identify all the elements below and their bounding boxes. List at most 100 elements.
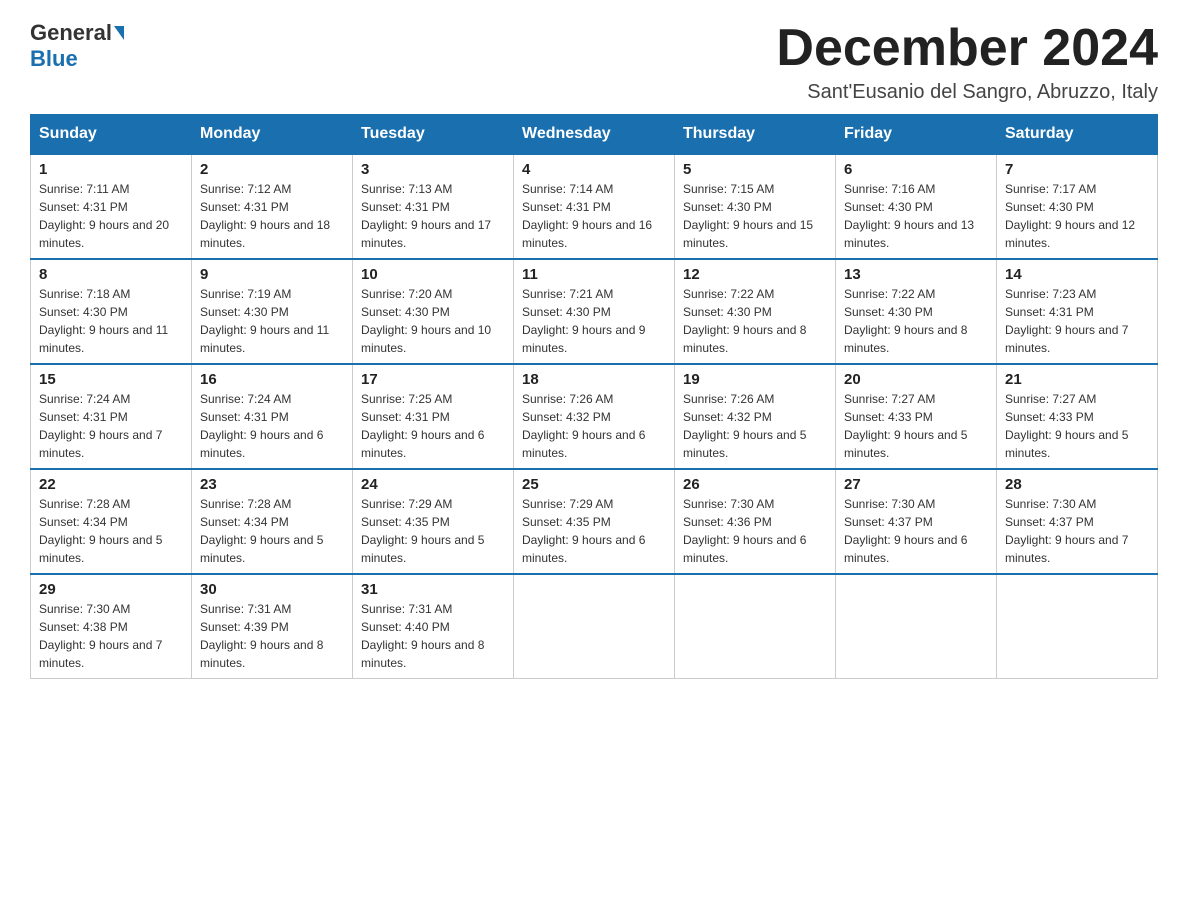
day-number: 15 [39,371,183,388]
day-number: 12 [683,266,827,283]
calendar-cell: 20 Sunrise: 7:27 AMSunset: 4:33 PMDayligh… [836,364,997,469]
day-number: 6 [844,161,988,178]
calendar-cell: 25 Sunrise: 7:29 AMSunset: 4:35 PMDayligh… [514,469,675,574]
calendar-cell: 18Sunrise: 7:26 AMSunset: 4:32 PMDayligh… [514,364,675,469]
logo-general-text: General [30,20,112,46]
day-info: Sunrise: 7:27 AMSunset: 4:33 PMDaylight:… [844,390,988,462]
calendar-cell: 30 Sunrise: 7:31 AMSunset: 4:39 PMDayligh… [192,574,353,679]
calendar-cell [997,574,1158,679]
week-row-5: 29 Sunrise: 7:30 AMSunset: 4:38 PMDayligh… [31,574,1158,679]
calendar-cell: 9 Sunrise: 7:19 AMSunset: 4:30 PMDaylight… [192,259,353,364]
logo: General Blue [30,20,124,72]
day-number: 30 [200,581,344,598]
day-info: Sunrise: 7:29 AMSunset: 4:35 PMDaylight:… [361,495,505,567]
day-info: Sunrise: 7:24 AMSunset: 4:31 PMDaylight:… [200,390,344,462]
day-number: 10 [361,266,505,283]
title-area: December 2024 Sant'Eusanio del Sangro, A… [776,20,1158,104]
day-info: Sunrise: 7:30 AMSunset: 4:37 PMDaylight:… [1005,495,1149,567]
day-number: 2 [200,161,344,178]
day-info: Sunrise: 7:26 AMSunset: 4:32 PMDaylight:… [522,390,666,462]
calendar-cell: 5 Sunrise: 7:15 AMSunset: 4:30 PMDaylight… [675,154,836,259]
day-info: Sunrise: 7:30 AMSunset: 4:36 PMDaylight:… [683,495,827,567]
day-info: Sunrise: 7:28 AMSunset: 4:34 PMDaylight:… [200,495,344,567]
day-number: 20 [844,371,988,388]
calendar-cell: 29 Sunrise: 7:30 AMSunset: 4:38 PMDayligh… [31,574,192,679]
day-number: 26 [683,476,827,493]
calendar-table: SundayMondayTuesdayWednesdayThursdayFrid… [30,114,1158,679]
logo-triangle-icon [114,26,124,40]
day-number: 24 [361,476,505,493]
day-number: 27 [844,476,988,493]
day-number: 7 [1005,161,1149,178]
calendar-cell: 14 Sunrise: 7:23 AMSunset: 4:31 PMDayligh… [997,259,1158,364]
day-number: 25 [522,476,666,493]
day-info: Sunrise: 7:15 AMSunset: 4:30 PMDaylight:… [683,180,827,252]
day-info: Sunrise: 7:29 AMSunset: 4:35 PMDaylight:… [522,495,666,567]
calendar-cell: 15 Sunrise: 7:24 AMSunset: 4:31 PMDayligh… [31,364,192,469]
calendar-cell: 24 Sunrise: 7:29 AMSunset: 4:35 PMDayligh… [353,469,514,574]
column-header-saturday: Saturday [997,115,1158,155]
column-header-monday: Monday [192,115,353,155]
day-info: Sunrise: 7:27 AMSunset: 4:33 PMDaylight:… [1005,390,1149,462]
calendar-cell: 2 Sunrise: 7:12 AMSunset: 4:31 PMDaylight… [192,154,353,259]
day-info: Sunrise: 7:11 AMSunset: 4:31 PMDaylight:… [39,180,183,252]
day-number: 29 [39,581,183,598]
day-number: 13 [844,266,988,283]
week-row-4: 22 Sunrise: 7:28 AMSunset: 4:34 PMDayligh… [31,469,1158,574]
calendar-cell: 8 Sunrise: 7:18 AMSunset: 4:30 PMDaylight… [31,259,192,364]
calendar-cell: 6Sunrise: 7:16 AMSunset: 4:30 PMDaylight… [836,154,997,259]
calendar-cell: 17Sunrise: 7:25 AMSunset: 4:31 PMDayligh… [353,364,514,469]
day-number: 14 [1005,266,1149,283]
day-info: Sunrise: 7:19 AMSunset: 4:30 PMDaylight:… [200,285,344,357]
calendar-cell: 7 Sunrise: 7:17 AMSunset: 4:30 PMDaylight… [997,154,1158,259]
column-header-tuesday: Tuesday [353,115,514,155]
day-info: Sunrise: 7:12 AMSunset: 4:31 PMDaylight:… [200,180,344,252]
calendar-cell: 23Sunrise: 7:28 AMSunset: 4:34 PMDayligh… [192,469,353,574]
day-info: Sunrise: 7:22 AMSunset: 4:30 PMDaylight:… [844,285,988,357]
calendar-cell [675,574,836,679]
day-info: Sunrise: 7:30 AMSunset: 4:37 PMDaylight:… [844,495,988,567]
calendar-cell: 19Sunrise: 7:26 AMSunset: 4:32 PMDayligh… [675,364,836,469]
day-info: Sunrise: 7:21 AMSunset: 4:30 PMDaylight:… [522,285,666,357]
calendar-cell: 21Sunrise: 7:27 AMSunset: 4:33 PMDayligh… [997,364,1158,469]
day-number: 8 [39,266,183,283]
logo-blue-text: Blue [30,46,78,72]
calendar-header-row: SundayMondayTuesdayWednesdayThursdayFrid… [31,115,1158,155]
page-header: General Blue December 2024 Sant'Eusanio … [30,20,1158,104]
day-number: 17 [361,371,505,388]
day-info: Sunrise: 7:23 AMSunset: 4:31 PMDaylight:… [1005,285,1149,357]
day-number: 22 [39,476,183,493]
calendar-cell: 27 Sunrise: 7:30 AMSunset: 4:37 PMDayligh… [836,469,997,574]
day-info: Sunrise: 7:30 AMSunset: 4:38 PMDaylight:… [39,600,183,672]
week-row-1: 1 Sunrise: 7:11 AMSunset: 4:31 PMDaylight… [31,154,1158,259]
day-number: 1 [39,161,183,178]
day-number: 31 [361,581,505,598]
day-number: 16 [200,371,344,388]
day-info: Sunrise: 7:18 AMSunset: 4:30 PMDaylight:… [39,285,183,357]
calendar-cell [514,574,675,679]
day-info: Sunrise: 7:17 AMSunset: 4:30 PMDaylight:… [1005,180,1149,252]
calendar-cell: 3Sunrise: 7:13 AMSunset: 4:31 PMDaylight… [353,154,514,259]
day-info: Sunrise: 7:24 AMSunset: 4:31 PMDaylight:… [39,390,183,462]
week-row-3: 15 Sunrise: 7:24 AMSunset: 4:31 PMDayligh… [31,364,1158,469]
calendar-cell: 11 Sunrise: 7:21 AMSunset: 4:30 PMDayligh… [514,259,675,364]
day-info: Sunrise: 7:22 AMSunset: 4:30 PMDaylight:… [683,285,827,357]
calendar-cell: 4Sunrise: 7:14 AMSunset: 4:31 PMDaylight… [514,154,675,259]
column-header-thursday: Thursday [675,115,836,155]
calendar-cell: 16 Sunrise: 7:24 AMSunset: 4:31 PMDayligh… [192,364,353,469]
day-info: Sunrise: 7:31 AMSunset: 4:39 PMDaylight:… [200,600,344,672]
column-header-sunday: Sunday [31,115,192,155]
column-header-friday: Friday [836,115,997,155]
calendar-cell: 22Sunrise: 7:28 AMSunset: 4:34 PMDayligh… [31,469,192,574]
day-number: 11 [522,266,666,283]
calendar-cell: 26 Sunrise: 7:30 AMSunset: 4:36 PMDayligh… [675,469,836,574]
calendar-cell: 1 Sunrise: 7:11 AMSunset: 4:31 PMDaylight… [31,154,192,259]
calendar-cell: 31Sunrise: 7:31 AMSunset: 4:40 PMDayligh… [353,574,514,679]
month-title: December 2024 [776,20,1158,77]
calendar-cell [836,574,997,679]
day-number: 5 [683,161,827,178]
day-number: 19 [683,371,827,388]
day-number: 9 [200,266,344,283]
day-info: Sunrise: 7:13 AMSunset: 4:31 PMDaylight:… [361,180,505,252]
calendar-cell: 13 Sunrise: 7:22 AMSunset: 4:30 PMDayligh… [836,259,997,364]
